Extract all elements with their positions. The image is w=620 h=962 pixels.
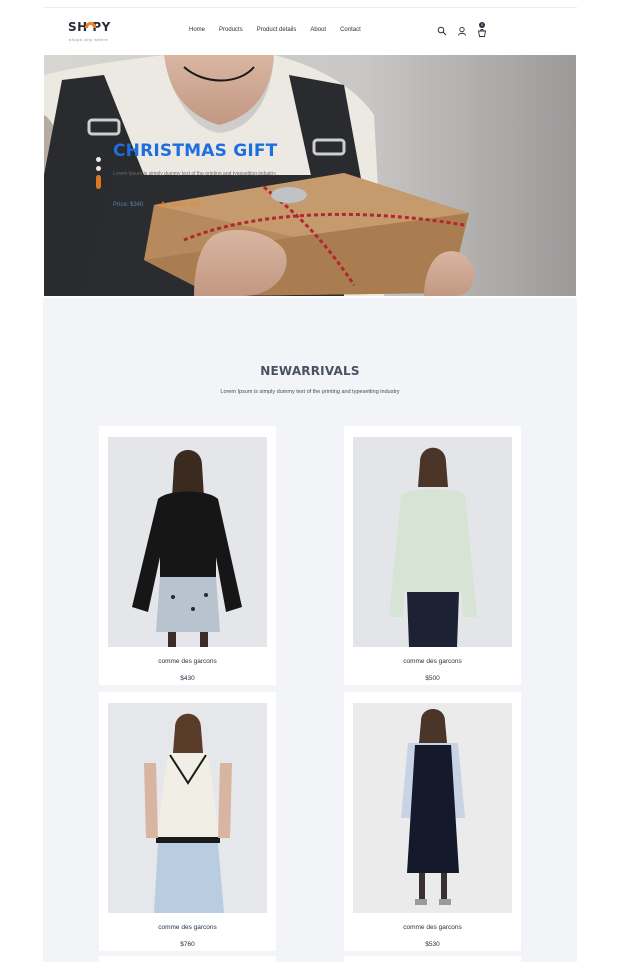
product-name[interactable]: comme des garcons [99,924,276,931]
product-card[interactable]: comme des garcons $500 [344,426,521,685]
product-price: $760 [180,941,195,948]
slider-dot[interactable] [96,157,101,162]
logo-arc-icon [85,22,96,28]
product-image[interactable] [353,437,512,647]
new-arrivals-section: NEWARRIVALS Lorem Ipsum is simply dummy … [43,298,577,962]
product-image[interactable] [353,703,512,913]
hero-cart-label: Add to cart [170,202,200,208]
product-name[interactable]: comme des garcons [344,658,521,665]
basket-icon [159,201,167,209]
hero-subtitle: Lorem Ipsum is simply dummy text of the … [113,171,276,177]
nav-products[interactable]: Products [219,27,243,39]
hero-price: Price: $340 [113,202,144,208]
product-card[interactable]: comme des garcons $430 [99,426,276,685]
product-card[interactable] [344,956,521,962]
nav-about[interactable]: About [310,27,326,39]
logo[interactable]: SH PY shops any where [68,20,128,44]
nav-product-details[interactable]: Product details [257,27,297,39]
section-subtitle: Lorem Ipsum is simply dummy text of the … [220,389,400,395]
header-icons [435,24,495,40]
product-card[interactable]: comme des garcons $760 [99,692,276,951]
page: SH PY shops any where Home Products Prod… [43,0,577,962]
user-icon[interactable] [457,26,467,36]
product-image[interactable] [108,703,267,913]
site-header: SH PY shops any where Home Products Prod… [43,8,577,54]
search-icon[interactable] [437,26,447,36]
nav-home[interactable]: Home [189,27,205,39]
nav-contact[interactable]: Contact [340,27,361,39]
cart-count-badge: 0 [479,22,485,28]
slider-dot[interactable] [96,166,101,171]
main-nav: Home Products Product details About Cont… [189,27,375,39]
slider-dots [95,155,103,195]
cart-icon[interactable] [477,28,487,38]
product-name[interactable]: comme des garcons [344,924,521,931]
product-price: $530 [425,941,440,948]
product-price: $430 [180,675,195,682]
hero-add-to-cart-button[interactable]: Add to cart [159,201,199,209]
slider-dot-active[interactable] [96,175,101,189]
product-image[interactable] [108,437,267,647]
product-card[interactable]: comme des garcons $530 [344,692,521,951]
logo-tagline: shops any where [69,37,109,42]
product-name[interactable]: comme des garcons [99,658,276,665]
product-card[interactable] [99,956,276,962]
hero-banner: CHRISTMAS GIFT Lorem Ipsum is simply dum… [44,55,576,296]
section-title: NEWARRIVALS [260,364,360,378]
hero-title: CHRISTMAS GIFT [113,141,278,161]
product-price: $500 [425,675,440,682]
